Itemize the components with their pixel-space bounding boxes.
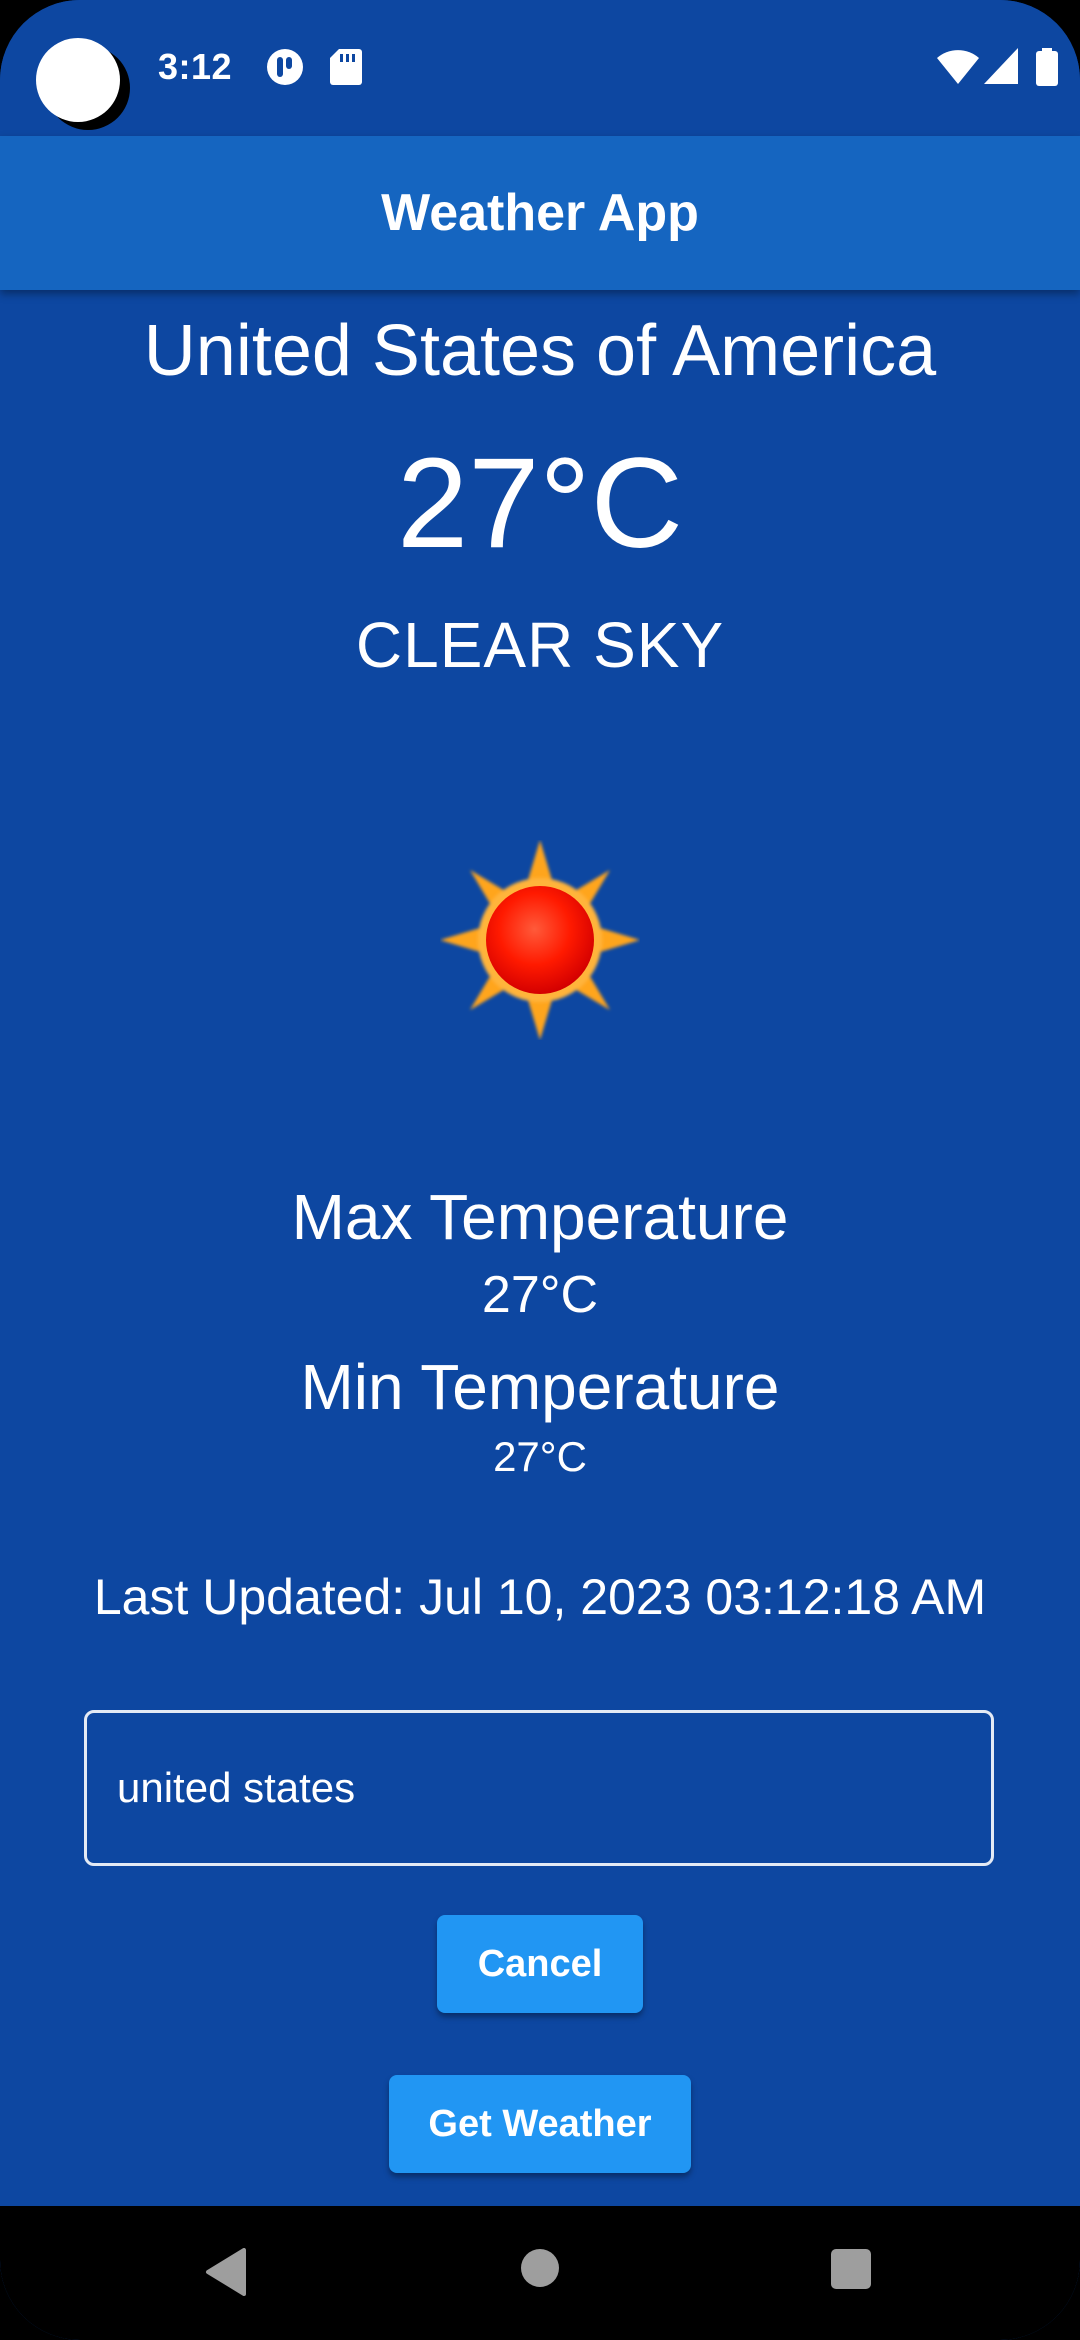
current-temperature: 27°C <box>397 432 683 575</box>
camera-cutout <box>36 38 120 122</box>
location-input[interactable] <box>117 1713 957 1863</box>
battery-icon <box>1036 48 1058 86</box>
app-notification-icon <box>267 49 303 85</box>
sd-card-icon <box>330 49 362 85</box>
max-temperature-value: 27°C <box>481 1266 599 1324</box>
signal-icon <box>984 48 1018 84</box>
min-temperature-label: Min Temperature <box>300 1351 780 1423</box>
status-bar: 3:12 <box>0 0 1080 136</box>
country-name: United States of America <box>143 311 937 391</box>
weather-condition: CLEAR SKY <box>355 609 725 681</box>
max-temperature-label: Max Temperature <box>291 1181 789 1253</box>
recents-icon[interactable] <box>830 2248 872 2290</box>
app-title: Weather App <box>381 184 699 242</box>
status-time: 3:12 <box>158 46 233 87</box>
app-bar: Weather App <box>0 136 1080 290</box>
location-input-container[interactable] <box>84 1710 994 1866</box>
min-temperature-value: 27°C <box>493 1433 587 1480</box>
back-icon[interactable] <box>204 2248 248 2296</box>
get-weather-button[interactable]: Get Weather <box>389 2075 691 2173</box>
phone-screen: 3:12 Weather App United States of Americ… <box>0 0 1080 2340</box>
cancel-button[interactable]: Cancel <box>437 1915 643 2013</box>
wifi-icon <box>937 50 979 84</box>
home-icon[interactable] <box>520 2248 560 2288</box>
sun-icon <box>440 840 640 1040</box>
navigation-bar <box>0 2206 1080 2340</box>
last-updated-text: Last Updated: Jul 10, 2023 03:12:18 AM <box>93 1569 987 1625</box>
